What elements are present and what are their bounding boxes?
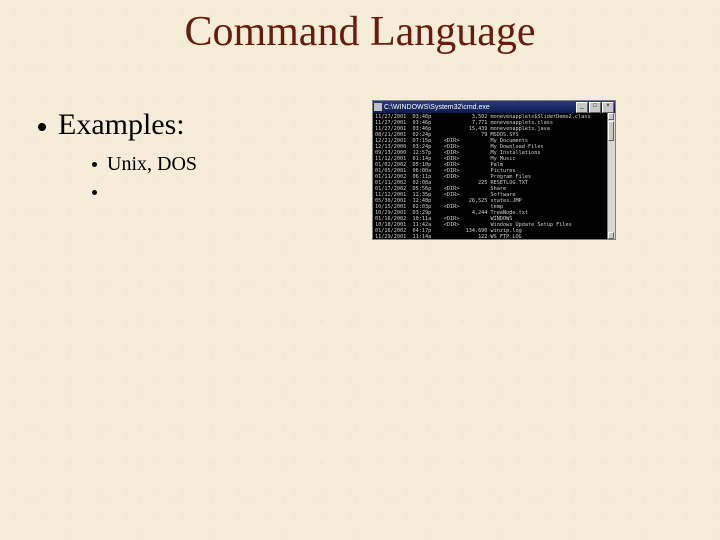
scroll-thumb[interactable] <box>608 121 614 141</box>
scrollbar[interactable] <box>607 113 615 239</box>
cmd-title-caption: C:\WINDOWS\System32\cmd.exe <box>374 103 490 111</box>
cmd-icon <box>374 103 382 111</box>
sub-bullet-item <box>92 178 197 206</box>
bullet-dot <box>38 123 46 131</box>
scroll-up-button[interactable] <box>608 113 614 120</box>
sub-bullet-item: Unix, DOS <box>92 150 197 178</box>
bullet-dot <box>92 190 97 195</box>
cmd-window: C:\WINDOWS\System32\cmd.exe _ □ × 11/27/… <box>372 100 616 240</box>
bullet-examples: Examples: <box>38 108 185 142</box>
minimize-button[interactable]: _ <box>576 102 588 113</box>
sub-bullet-list: Unix, DOS <box>92 150 197 206</box>
cmd-output: 11/27/2001 03:46p 3,502 monevenapplets$S… <box>373 113 608 239</box>
cmd-titlebar: C:\WINDOWS\System32\cmd.exe _ □ × <box>373 101 615 113</box>
window-buttons: _ □ × <box>576 102 614 113</box>
cmd-title-text: C:\WINDOWS\System32\cmd.exe <box>384 104 490 111</box>
sub-bullet-label: Unix, DOS <box>107 153 197 176</box>
examples-label: Examples: <box>58 108 185 141</box>
maximize-button[interactable]: □ <box>589 102 601 113</box>
scroll-down-button[interactable] <box>608 232 614 239</box>
bullet-dot <box>92 162 97 167</box>
close-button[interactable]: × <box>602 102 614 113</box>
slide-title: Command Language <box>0 8 720 56</box>
